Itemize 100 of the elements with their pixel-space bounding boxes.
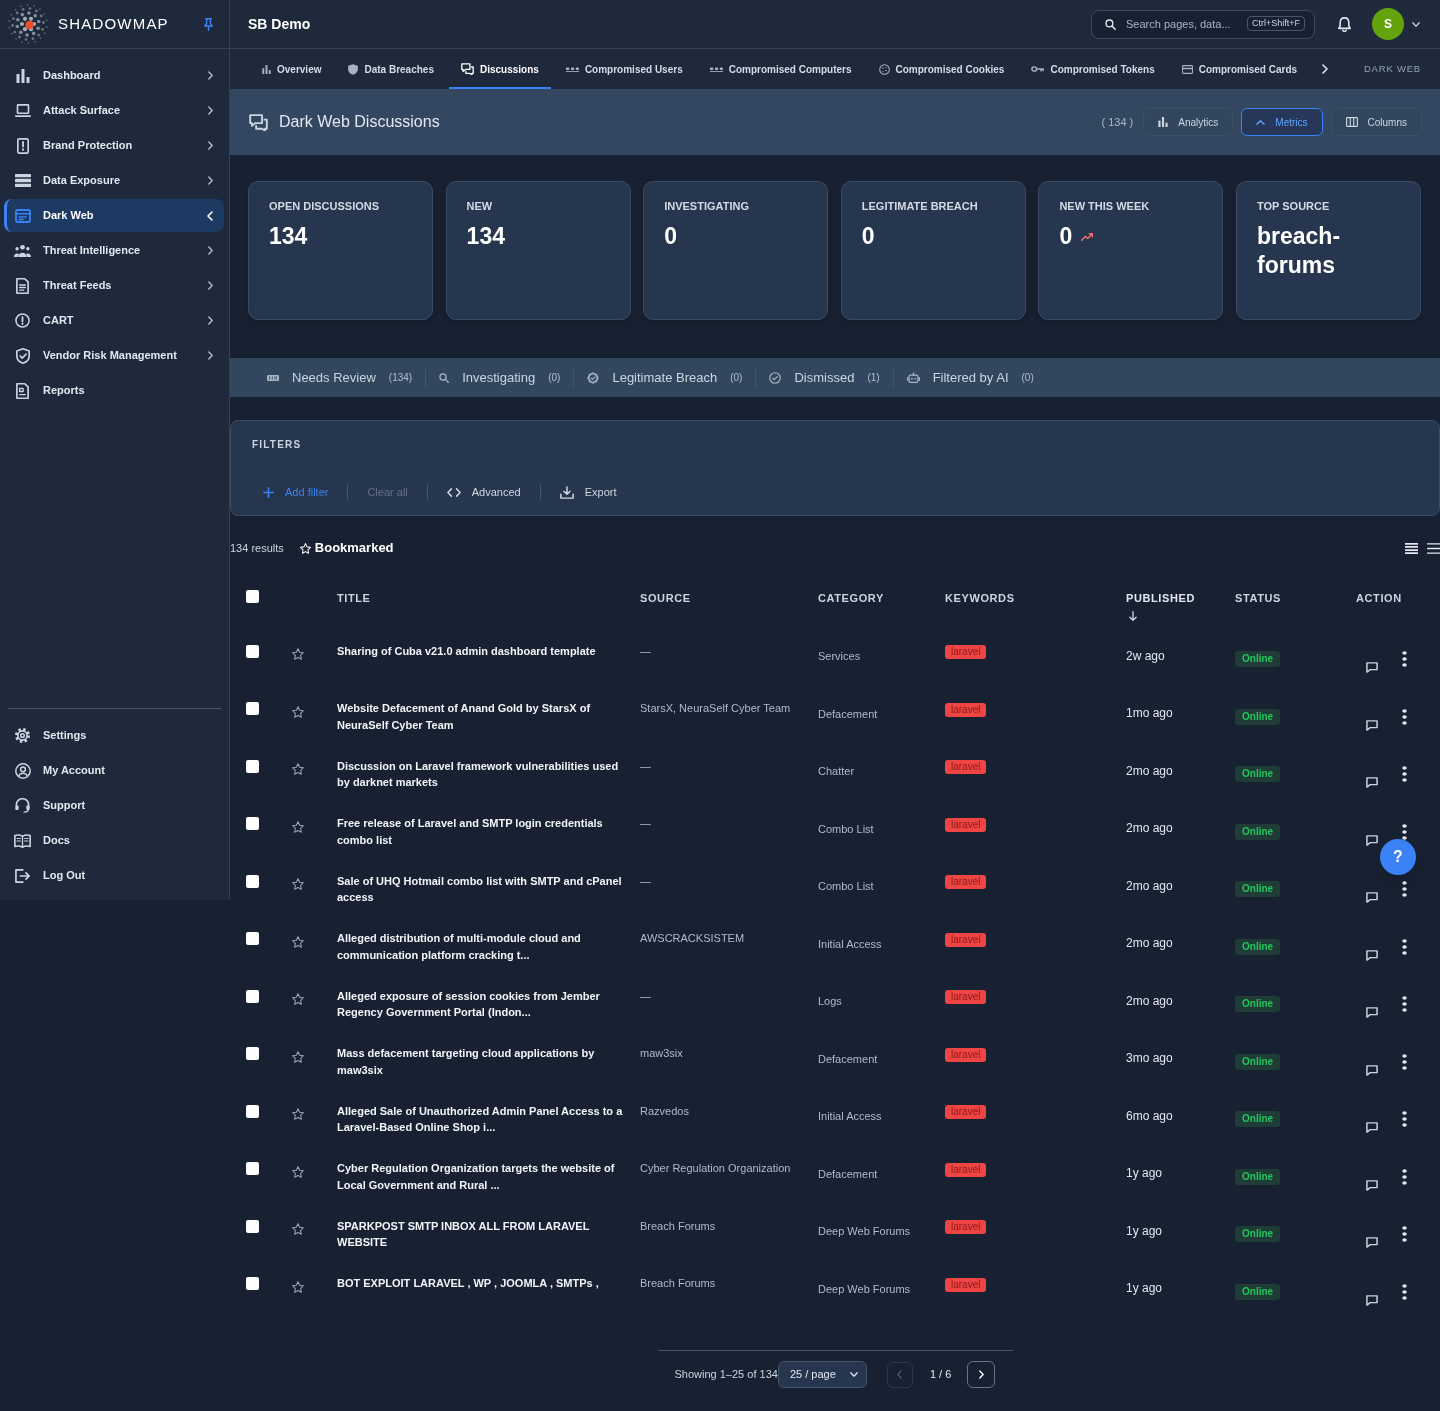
comment-icon[interactable] bbox=[1366, 719, 1378, 731]
comment-icon[interactable] bbox=[1366, 1007, 1378, 1018]
pin-icon[interactable] bbox=[204, 17, 213, 31]
menu-icon[interactable] bbox=[1427, 542, 1440, 554]
sidebar-item[interactable]: Dashboard bbox=[4, 59, 224, 92]
sidebar-item[interactable]: Support bbox=[4, 789, 224, 822]
column-header[interactable]: CATEGORY bbox=[818, 590, 884, 606]
star-icon[interactable] bbox=[292, 878, 304, 890]
column-header[interactable]: PUBLISHED bbox=[1126, 590, 1195, 606]
columns-button[interactable]: Columns bbox=[1330, 108, 1422, 136]
tab[interactable]: Overview bbox=[250, 49, 334, 89]
kebab-menu-icon[interactable] bbox=[1402, 1168, 1407, 1185]
star-icon[interactable] bbox=[292, 763, 304, 775]
chevron-right-icon[interactable] bbox=[208, 71, 213, 80]
row-checkbox[interactable] bbox=[246, 644, 259, 658]
kebab-menu-icon[interactable] bbox=[1402, 1283, 1407, 1300]
star-icon[interactable] bbox=[292, 820, 304, 833]
chevron-left-icon[interactable] bbox=[207, 210, 213, 221]
sidebar-item[interactable]: Attack Surface bbox=[4, 94, 224, 127]
star-icon[interactable] bbox=[292, 648, 304, 660]
kebab-menu-icon[interactable] bbox=[1402, 823, 1407, 840]
status-tab[interactable]: Filtered by AI (0) bbox=[892, 368, 1047, 387]
status-tab[interactable]: Investigating (0) bbox=[425, 368, 574, 387]
advanced-button[interactable]: Advanced bbox=[435, 478, 532, 506]
row-checkbox[interactable] bbox=[246, 1104, 259, 1118]
sidebar-item[interactable]: Docs bbox=[4, 824, 224, 857]
title-text[interactable]: Alleged exposure of session cookies from Jember Regency Government Portal (Indon... bbox=[337, 987, 626, 1021]
comment-icon[interactable] bbox=[1366, 892, 1378, 903]
kebab-menu-icon[interactable] bbox=[1402, 708, 1407, 725]
title-text[interactable]: Mass defacement targeting cloud applications by maw3six bbox=[337, 1045, 626, 1079]
comment-icon[interactable] bbox=[1366, 949, 1378, 961]
title-text[interactable]: SPARKPOST SMTP INBOX ALL FROM LARAVEL WEBSITE bbox=[337, 1217, 626, 1251]
comment-icon[interactable] bbox=[1366, 1122, 1378, 1133]
kebab-menu-icon[interactable] bbox=[1402, 1226, 1407, 1242]
chevron-right-icon[interactable] bbox=[208, 106, 213, 115]
sidebar-item[interactable]: Brand Protection bbox=[4, 129, 224, 162]
tab[interactable]: Compromised Users bbox=[553, 49, 695, 89]
title-text[interactable]: Discussion on Laravel framework vulnerabilities used by darknet markets bbox=[337, 757, 626, 791]
comment-icon[interactable] bbox=[1366, 834, 1378, 846]
bookmarked-filter[interactable]: Bookmarked bbox=[299, 538, 394, 558]
row-checkbox[interactable] bbox=[246, 817, 259, 830]
sidebar-item[interactable]: CART bbox=[4, 304, 224, 337]
comment-icon[interactable] bbox=[1366, 1179, 1378, 1191]
sidebar-item[interactable]: Dark Web bbox=[4, 199, 224, 232]
chevron-right-icon[interactable] bbox=[208, 176, 213, 185]
chevron-down-icon[interactable] bbox=[1412, 21, 1420, 27]
sidebar-item[interactable]: My Account bbox=[4, 754, 224, 787]
comment-icon[interactable] bbox=[1366, 1064, 1378, 1076]
notification-bell-icon[interactable] bbox=[1338, 16, 1351, 32]
chevron-right-icon[interactable] bbox=[208, 246, 213, 255]
tab[interactable]: Compromised Computers bbox=[697, 49, 864, 89]
column-header[interactable]: KEYWORDS bbox=[945, 590, 1015, 606]
comment-icon[interactable] bbox=[1366, 1237, 1378, 1248]
kebab-menu-icon[interactable] bbox=[1402, 766, 1407, 782]
chevron-right-icon[interactable] bbox=[208, 351, 213, 360]
kebab-menu-icon[interactable] bbox=[1402, 938, 1407, 955]
title-text[interactable]: Website Defacement of Anand Gold by StarsX of NeuraSelf Cyber Team bbox=[337, 700, 626, 734]
row-checkbox[interactable] bbox=[246, 989, 259, 1003]
select-all-checkbox[interactable] bbox=[246, 589, 259, 603]
tab[interactable]: Data Breaches bbox=[336, 49, 446, 89]
row-checkbox[interactable] bbox=[246, 1219, 259, 1233]
status-tab[interactable]: Needs Review (134) bbox=[254, 368, 426, 387]
tab[interactable]: Compromised Cookies bbox=[866, 49, 1017, 89]
row-checkbox[interactable] bbox=[246, 874, 259, 888]
title-text[interactable]: Sale of UHQ Hotmail combo list with SMTP and cPanel access bbox=[337, 872, 626, 906]
analytics-button[interactable]: Analytics bbox=[1143, 108, 1234, 136]
kebab-menu-icon[interactable] bbox=[1402, 651, 1407, 667]
chevron-right-icon[interactable] bbox=[208, 316, 213, 325]
star-icon[interactable] bbox=[292, 1223, 304, 1235]
title-text[interactable]: Free release of Laravel and SMTP login credentials combo list bbox=[337, 815, 626, 849]
export-button[interactable]: Export bbox=[548, 478, 628, 506]
star-icon[interactable] bbox=[292, 1165, 304, 1178]
comment-icon[interactable] bbox=[1366, 777, 1378, 788]
sidebar-item[interactable]: Vendor Risk Management bbox=[4, 339, 224, 372]
star-icon[interactable] bbox=[292, 1280, 304, 1293]
tab[interactable]: Compromised Cards bbox=[1169, 49, 1310, 89]
help-button[interactable]: ? bbox=[1380, 839, 1416, 875]
row-checkbox[interactable] bbox=[246, 702, 259, 715]
star-icon[interactable] bbox=[292, 705, 304, 718]
page-size-select[interactable]: 25 / page bbox=[777, 1361, 867, 1388]
sidebar-item[interactable]: Log Out bbox=[4, 859, 224, 892]
sidebar-item[interactable]: Reports bbox=[4, 374, 224, 407]
status-tab[interactable]: Dismissed (1) bbox=[755, 368, 893, 387]
kebab-menu-icon[interactable] bbox=[1402, 881, 1407, 897]
sidebar-item[interactable]: Settings bbox=[4, 719, 224, 752]
title-text[interactable]: Alleged Sale of Unauthorized Admin Panel Access to a Laravel-Based Online Shop i... bbox=[337, 1102, 626, 1136]
star-icon[interactable] bbox=[292, 1050, 304, 1063]
column-header[interactable]: ACTION bbox=[1356, 590, 1402, 606]
kebab-menu-icon[interactable] bbox=[1402, 1053, 1407, 1070]
row-checkbox[interactable] bbox=[246, 1277, 259, 1290]
row-checkbox[interactable] bbox=[246, 759, 259, 773]
comment-icon[interactable] bbox=[1366, 1294, 1378, 1306]
sidebar-item[interactable]: Threat Intelligence bbox=[4, 234, 224, 267]
star-icon[interactable] bbox=[292, 993, 304, 1005]
list-icon[interactable] bbox=[1405, 542, 1418, 554]
metrics-button[interactable]: Metrics bbox=[1241, 108, 1323, 136]
tab[interactable]: Compromised Tokens bbox=[1019, 49, 1167, 89]
column-header[interactable]: STATUS bbox=[1235, 590, 1281, 606]
column-header[interactable]: TITLE bbox=[337, 590, 371, 606]
title-text[interactable]: Alleged distribution of multi-module cloud and communication platform cracking t... bbox=[337, 930, 626, 964]
